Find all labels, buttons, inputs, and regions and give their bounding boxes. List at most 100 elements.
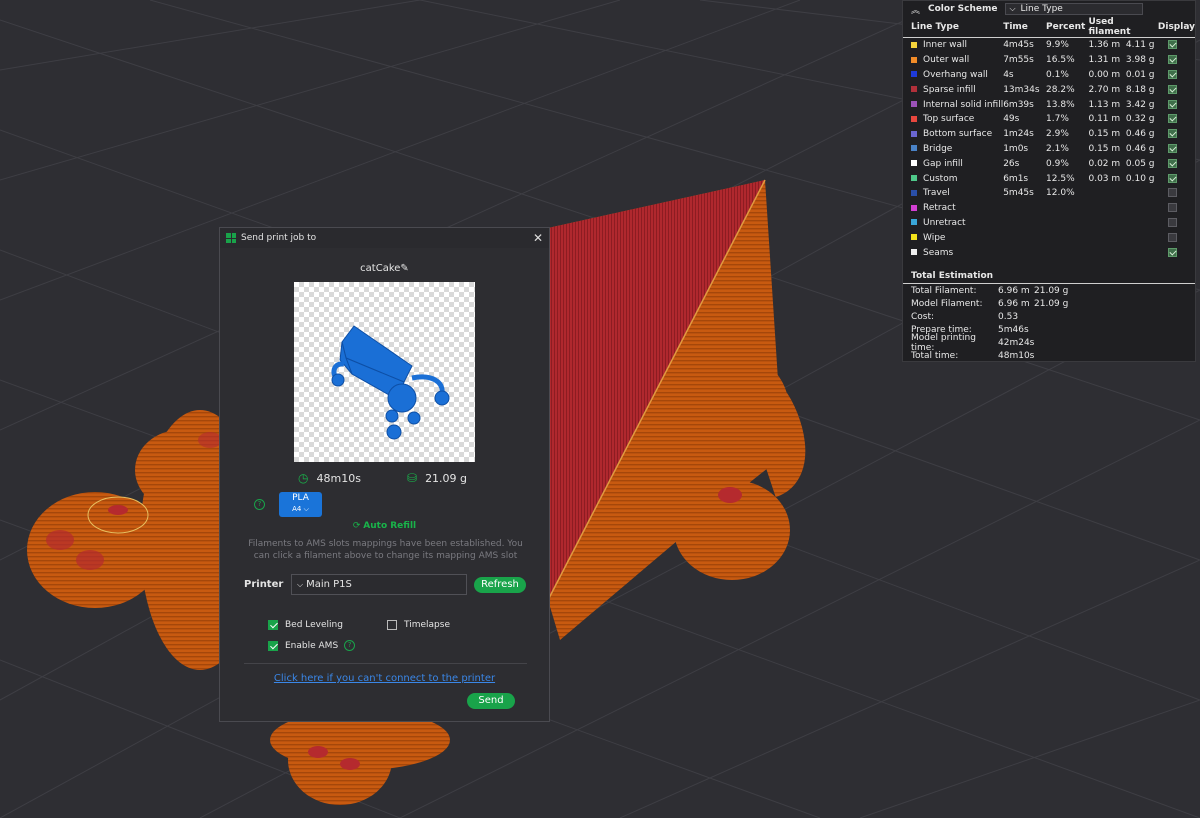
job-name: catCake✎ [220, 263, 549, 274]
display-checkbox[interactable] [1167, 99, 1177, 109]
line-type-time [1003, 245, 1046, 260]
display-checkbox[interactable] [1167, 143, 1177, 153]
job-filename: catCake [360, 263, 401, 274]
total-value-1: 5m46s [998, 325, 1029, 336]
display-checkbox[interactable] [1167, 247, 1177, 257]
help-icon[interactable]: ? [254, 499, 265, 510]
printer-label: Printer [244, 579, 284, 590]
display-checkbox[interactable] [1167, 114, 1177, 124]
line-type-table: Line Type Time Percent Used filament Dis… [903, 17, 1195, 260]
edit-pencil-icon[interactable]: ✎ [400, 263, 408, 274]
line-type-name: Outer wall [903, 53, 1003, 68]
line-type-time: 13m34s [1003, 84, 1040, 95]
view-type-select[interactable]: ⌵ Line Type [1005, 3, 1144, 15]
line-type-time: 49s [1003, 114, 1020, 125]
cannot-connect-link[interactable]: Click here if you can't connect to the p… [220, 673, 549, 684]
line-type-row: Overhang wall 4s 0.1% 0.00 m 0.01 g [903, 68, 1195, 83]
dialog-titlebar[interactable]: Send print job to ✕ [220, 228, 549, 248]
line-type-used-filament: 0.11 m 0.32 g [1088, 114, 1155, 125]
line-type-used-filament [1088, 245, 1157, 260]
display-checkbox[interactable] [1167, 232, 1177, 242]
line-type-row: Top surface 49s 1.7% 0.11 m 0.32 g [903, 112, 1195, 127]
line-type-used-filament [1088, 230, 1157, 245]
line-type-display [1158, 97, 1195, 112]
bed-leveling-checkbox[interactable] [268, 620, 278, 630]
display-checkbox[interactable] [1167, 158, 1177, 168]
collapse-icon[interactable]: ︽ [911, 3, 920, 16]
line-type-percent: 13.8% [1046, 99, 1075, 110]
line-type-row: Internal solid infill 6m39s 13.8% 1.13 m 3.… [903, 97, 1195, 112]
enable-ams-option[interactable]: Enable AMS ? [268, 640, 356, 651]
line-type-used-filament [1088, 201, 1157, 216]
chevron-down-icon: ⌵ [1009, 4, 1016, 13]
color-scheme-header: ︽ Color Scheme ⌵ Line Type [903, 1, 1195, 17]
display-checkbox[interactable] [1167, 40, 1177, 50]
total-value-1: 6.96 m [998, 298, 1030, 309]
line-type-used-filament: 1.13 m 3.42 g [1088, 99, 1155, 110]
display-checkbox[interactable] [1167, 55, 1177, 65]
line-type-display [1158, 142, 1195, 157]
clock-icon: ◷ [298, 471, 309, 485]
line-type-row: Wipe [903, 230, 1195, 245]
line-type-time: 5m45s [1003, 188, 1034, 199]
line-type-name: Gap infill [903, 156, 1003, 171]
line-type-used-filament: 0.00 m 0.01 g [1088, 69, 1155, 80]
line-type-time [1003, 201, 1046, 216]
line-type-name: Internal solid infill [903, 97, 1003, 112]
auto-refill-link[interactable]: ⟳ Auto Refill [220, 521, 549, 531]
close-icon[interactable]: ✕ [533, 231, 543, 245]
bed-leveling-option[interactable]: Bed Leveling [268, 620, 343, 630]
line-type-name: Retract [903, 201, 1003, 216]
total-value-1: 48m10s [998, 351, 1035, 362]
refresh-button[interactable]: Refresh [474, 576, 526, 593]
display-checkbox[interactable] [1167, 217, 1177, 227]
filament-slot-label: A4 ⌵ [292, 505, 309, 513]
line-type-time: 1m0s [1003, 143, 1029, 154]
printer-select[interactable]: ⌵ Main P1S [291, 574, 467, 595]
total-value-1: 42m24s [998, 338, 1035, 349]
line-type-row: Seams [903, 245, 1195, 260]
line-type-name: Top surface [903, 112, 1003, 127]
total-value-2: 21.09 g [1034, 285, 1069, 296]
line-color-swatch [911, 160, 917, 167]
display-checkbox[interactable] [1167, 69, 1177, 79]
line-type-time: 6m39s [1003, 99, 1034, 110]
line-type-used-filament: 0.02 m 0.05 g [1088, 158, 1155, 169]
total-value-1: 0.53 [998, 311, 1019, 322]
print-time-stat: ◷ 48m10s [298, 471, 361, 485]
line-type-display [1158, 68, 1195, 83]
line-color-swatch [911, 101, 917, 108]
print-time-value: 48m10s [316, 471, 361, 485]
line-type-row: Outer wall 7m55s 16.5% 1.31 m 3.98 g [903, 53, 1195, 68]
line-type-display [1158, 82, 1195, 97]
line-type-used-filament [1088, 186, 1157, 201]
printer-row: Printer ⌵ Main P1S Refresh [244, 574, 526, 595]
line-color-swatch [911, 234, 917, 241]
line-type-row: Custom 6m1s 12.5% 0.03 m 0.10 g [903, 171, 1195, 186]
line-color-swatch [911, 41, 917, 48]
timelapse-label: Timelapse [404, 620, 450, 630]
display-checkbox[interactable] [1167, 173, 1177, 183]
line-type-display [1158, 53, 1195, 68]
total-label: Total Filament: [911, 285, 977, 296]
enable-ams-checkbox[interactable] [268, 640, 278, 651]
display-checkbox[interactable] [1167, 203, 1177, 213]
timelapse-checkbox[interactable] [387, 620, 397, 630]
printer-select-value: Main P1S [306, 579, 352, 590]
line-color-swatch [911, 115, 917, 122]
column-header-percent: Percent [1046, 22, 1086, 32]
line-type-row: Bottom surface 1m24s 2.9% 0.15 m 0.46 g [903, 127, 1195, 142]
line-type-row: Inner wall 4m45s 9.9% 1.36 m 4.11 g [903, 38, 1195, 53]
line-type-used-filament: 1.36 m 4.11 g [1088, 40, 1155, 51]
display-checkbox[interactable] [1167, 188, 1177, 198]
help-icon[interactable]: ? [344, 640, 356, 651]
line-type-name: Overhang wall [903, 68, 1003, 83]
send-button[interactable]: Send [467, 693, 515, 709]
timelapse-option[interactable]: Timelapse [387, 620, 450, 630]
display-checkbox[interactable] [1167, 129, 1177, 139]
display-checkbox[interactable] [1167, 84, 1177, 94]
bed-leveling-label: Bed Leveling [285, 620, 343, 630]
enable-ams-label: Enable AMS [285, 640, 339, 651]
filament-slot-button[interactable]: PLA A4 ⌵ [279, 492, 322, 517]
total-estimation-row: Cost: 0.53 [903, 310, 1195, 323]
